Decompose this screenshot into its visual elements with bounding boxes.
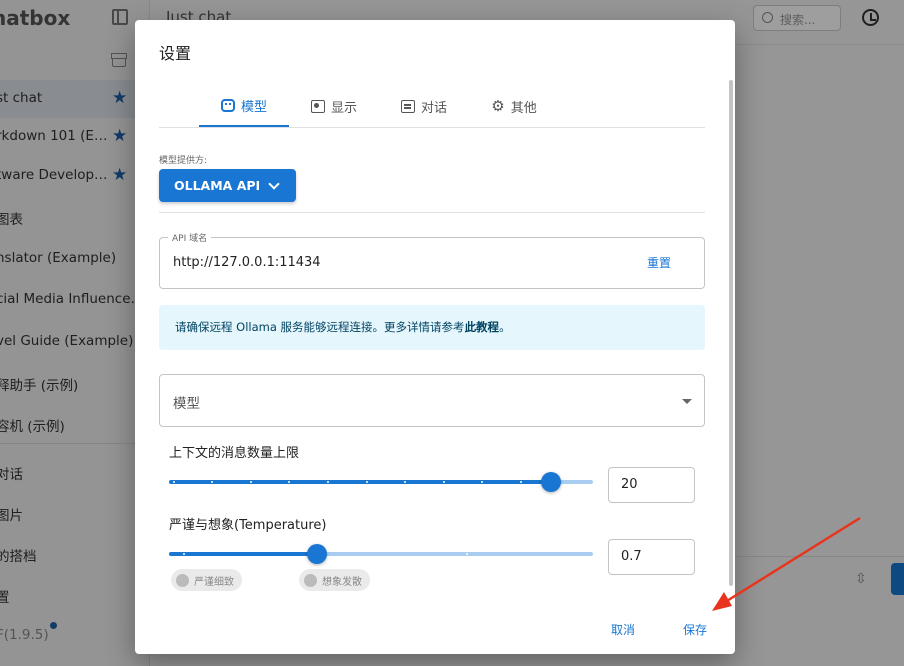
info-text: 请确保远程 Ollama 服务能够远程连接。更多详情请参考 — [175, 320, 465, 334]
tab-model[interactable]: 模型 — [199, 86, 289, 127]
info-alert: 请确保远程 Ollama 服务能够远程连接。更多详情请参考此教程。 — [159, 305, 705, 350]
slider-mark — [249, 481, 252, 483]
slider-track — [169, 552, 318, 556]
tab-chat[interactable]: 对话 — [379, 86, 469, 127]
info-end: 。 — [499, 320, 511, 334]
temperature-label: 严谨与想象(Temperature) — [169, 518, 327, 533]
tab-other[interactable]: ⚙ 其他 — [469, 86, 559, 127]
slider-thumb[interactable] — [307, 544, 328, 564]
tab-label: 显示 — [330, 101, 357, 116]
strict-icon — [176, 573, 189, 587]
slider-mark — [172, 481, 175, 483]
tab-label: 其他 — [510, 101, 537, 116]
tutorial-link[interactable]: 此教程 — [465, 320, 500, 334]
temperature-input[interactable]: 0.7 — [608, 539, 695, 575]
api-host-label: API 域名 — [168, 231, 212, 244]
chip-strict[interactable]: 严谨细致 — [171, 569, 242, 591]
slider-mark — [519, 481, 522, 483]
tab-label: 对话 — [420, 101, 447, 116]
scrollbar[interactable] — [729, 80, 733, 586]
provider-select-button[interactable]: OLLAMA API — [159, 169, 296, 202]
api-host-input[interactable]: http://127.0.0.1:11434 — [173, 255, 321, 270]
chevron-down-icon — [268, 177, 280, 190]
slider-mark — [465, 553, 468, 555]
provider-value: OLLAMA API — [174, 178, 261, 193]
context-limit-input[interactable]: 20 — [608, 467, 695, 503]
save-button[interactable]: 保存 — [683, 621, 707, 638]
bulb-icon — [304, 573, 317, 587]
caret-down-icon — [682, 399, 692, 404]
gear-icon: ⚙ — [491, 97, 505, 115]
chat-icon — [400, 100, 415, 113]
api-host-field[interactable]: API 域名 http://127.0.0.1:11434 重置 — [159, 231, 705, 289]
context-limit-slider[interactable] — [169, 472, 593, 492]
temperature-slider[interactable] — [169, 544, 593, 564]
slider-mark — [442, 481, 445, 483]
cancel-button[interactable]: 取消 — [611, 621, 635, 638]
chip-label: 想象发散 — [322, 576, 362, 588]
provider-label: 模型提供方: — [159, 156, 208, 166]
settings-tabs: 模型 显示 对话 ⚙ 其他 — [159, 86, 705, 128]
display-icon — [310, 100, 325, 113]
model-placeholder: 模型 — [173, 396, 200, 412]
section-divider — [159, 212, 705, 213]
context-limit-label: 上下文的消息数量上限 — [169, 446, 300, 461]
model-select[interactable]: 模型 — [159, 374, 705, 427]
chip-imagine[interactable]: 想象发散 — [299, 569, 370, 591]
tab-label: 模型 — [240, 100, 267, 115]
slider-mark — [365, 481, 368, 483]
reset-button[interactable]: 重置 — [647, 254, 671, 271]
slider-thumb[interactable] — [540, 472, 561, 492]
robot-icon — [220, 99, 235, 112]
tab-display[interactable]: 显示 — [289, 86, 379, 127]
settings-dialog: 设置 模型 显示 对话 ⚙ 其他 模型提供方: OLLAMA API API 域… — [135, 20, 735, 654]
dialog-title: 设置 — [159, 44, 192, 63]
slider-track — [169, 480, 551, 484]
slider-mark — [327, 481, 330, 483]
chip-label: 严谨细致 — [194, 576, 234, 588]
